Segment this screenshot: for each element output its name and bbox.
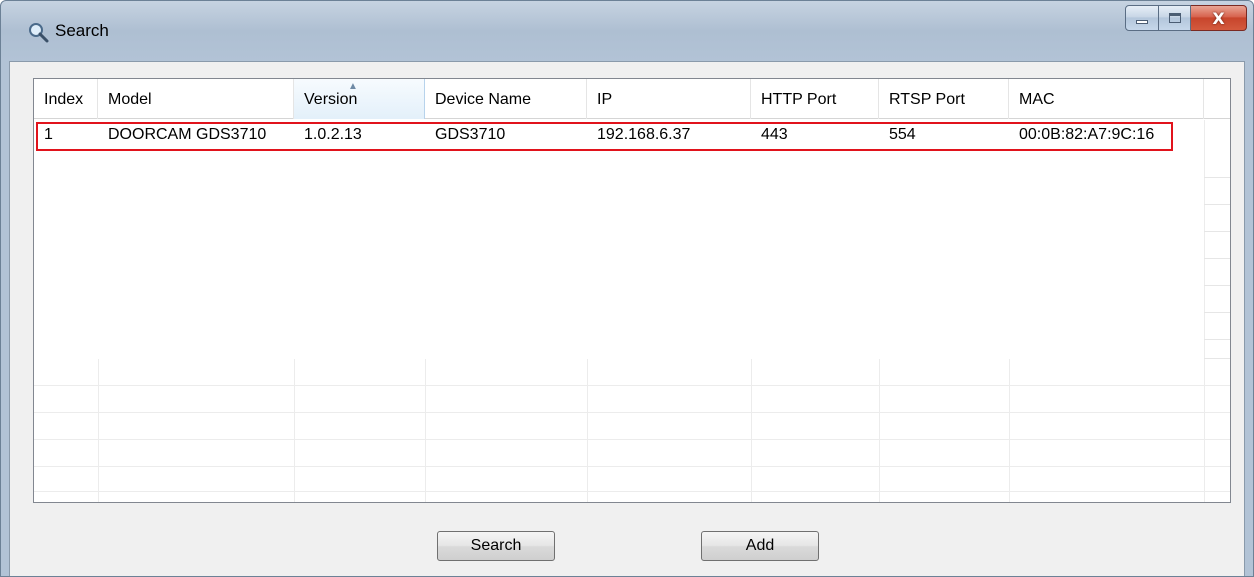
grid-line — [1009, 359, 1010, 502]
column-header-index[interactable]: Index — [34, 79, 98, 119]
grid-line — [98, 359, 99, 502]
selected-row-highlight — [36, 122, 1173, 151]
column-header-rtsp-port[interactable]: RTSP Port — [879, 79, 1009, 119]
sort-ascending-icon: ▲ — [348, 81, 358, 92]
search-window: Search X Index Model ▲ Version Device Na… — [0, 0, 1254, 577]
grid-line — [34, 466, 1230, 467]
dialog-client-area: Index Model ▲ Version Device Name IP HTT… — [9, 61, 1245, 576]
window-title: Search — [55, 21, 109, 40]
grid-line — [425, 359, 426, 502]
column-header-model[interactable]: Model — [98, 79, 294, 119]
close-button[interactable]: X — [1191, 5, 1247, 31]
magnifier-icon — [29, 23, 49, 43]
grid-line — [34, 439, 1230, 440]
grid-line — [1204, 358, 1230, 359]
grid-line — [1204, 177, 1230, 178]
grid-line — [34, 491, 1230, 492]
grid-line — [34, 385, 1230, 386]
grid-line — [294, 359, 295, 502]
column-header-label: HTTP Port — [761, 91, 837, 108]
column-header-label: Version — [304, 91, 358, 108]
device-list[interactable]: Index Model ▲ Version Device Name IP HTT… — [33, 78, 1231, 503]
column-header-label: MAC — [1019, 91, 1055, 108]
column-header-label: Index — [44, 91, 84, 108]
minimize-icon — [1136, 20, 1148, 24]
column-header-label: RTSP Port — [889, 91, 965, 108]
search-button[interactable]: Search — [437, 531, 555, 561]
grid-line — [1204, 339, 1230, 340]
grid-line — [751, 359, 752, 502]
column-header-mac[interactable]: MAC — [1009, 79, 1204, 119]
grid-line — [1204, 204, 1230, 205]
caption-buttons: X — [1125, 5, 1247, 33]
column-header-label: IP — [597, 91, 613, 108]
column-header-device-name[interactable]: Device Name — [425, 79, 587, 119]
title-bar[interactable]: Search X — [1, 1, 1253, 61]
close-icon: X — [1212, 8, 1225, 28]
add-button[interactable]: Add — [701, 531, 819, 561]
maximize-button[interactable] — [1159, 5, 1191, 31]
grid-line — [1204, 285, 1230, 286]
maximize-icon — [1168, 13, 1181, 23]
column-header-label: Device Name — [435, 91, 532, 108]
grid-line — [1204, 312, 1230, 313]
grid-line — [34, 412, 1230, 413]
grid-line — [1204, 231, 1230, 232]
grid-line — [587, 359, 588, 502]
list-header: Index Model ▲ Version Device Name IP HTT… — [34, 79, 1230, 119]
column-header-ip[interactable]: IP — [587, 79, 751, 119]
grid-line — [1204, 258, 1230, 259]
grid-line — [879, 359, 880, 502]
column-header-label: Model — [108, 91, 152, 108]
minimize-button[interactable] — [1125, 5, 1159, 31]
column-header-http-port[interactable]: HTTP Port — [751, 79, 879, 119]
column-header-version[interactable]: ▲ Version — [294, 79, 425, 119]
